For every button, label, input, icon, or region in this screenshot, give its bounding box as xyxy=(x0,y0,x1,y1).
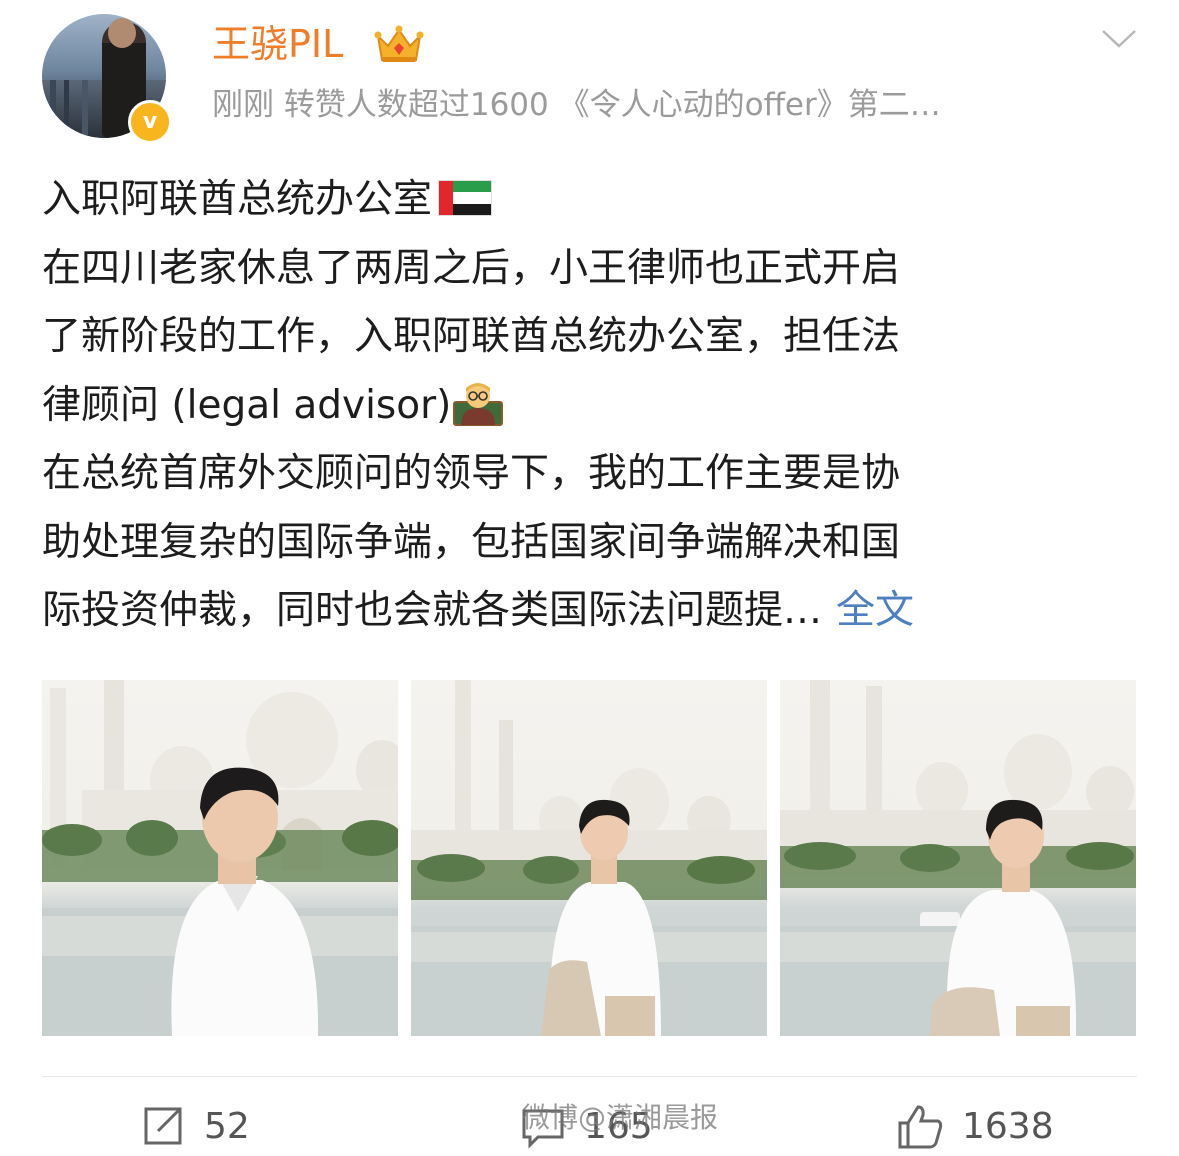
repost-button[interactable]: 52 xyxy=(140,1096,250,1156)
post-line-text: 际投资仲裁，同时也会就各类国际法问题提… xyxy=(42,588,823,633)
photo-2[interactable] xyxy=(411,680,767,1036)
post-line: 入职阿联酋总统办公室 xyxy=(42,166,1142,235)
chevron-down-icon[interactable] xyxy=(1100,28,1138,50)
like-button[interactable]: 1638 xyxy=(896,1096,1054,1156)
post-line: 助处理复杂的国际争端，包括国家间争端解决和国 xyxy=(42,519,901,565)
teacher-icon xyxy=(453,378,504,426)
post-line: 际投资仲裁，同时也会就各类国际法问题提… 全文 xyxy=(42,577,1142,646)
footer-divider xyxy=(42,1076,1137,1077)
post-body: 入职阿联酋总统办公室 在四川老家休息了两周之后，小王律师也正式开启 了新阶段的工… xyxy=(42,166,1142,646)
avatar-head xyxy=(108,18,136,48)
photo-grid xyxy=(42,680,1137,1036)
post-line: 了新阶段的工作，入职阿联酋总统办公室，担任法 xyxy=(42,314,901,359)
post-line-text: 律顾问 (legal advisor) xyxy=(42,382,452,428)
post-line: 在四川老家休息了两周之后，小王律师也正式开启 xyxy=(42,245,901,291)
post-line: 在总统首席外交顾问的领导下，我的工作主要是协 xyxy=(42,451,901,496)
photo-3[interactable] xyxy=(780,680,1136,1036)
uae-flag-icon xyxy=(438,170,493,216)
like-icon xyxy=(898,1105,943,1149)
repost-icon xyxy=(144,1107,182,1145)
watermark: 微博@潇湘晨报 xyxy=(522,1101,719,1134)
repost-count: 52 xyxy=(204,1105,250,1147)
verified-badge-icon: v xyxy=(128,100,172,144)
expand-full-text-link[interactable]: 全文 xyxy=(836,588,914,633)
post-meta: 刚刚 转赞人数超过1600 《令人心动的offer》第二… xyxy=(212,87,941,123)
post-title: 入职阿联酋总统办公室 xyxy=(42,177,433,222)
like-count: 1638 xyxy=(962,1105,1054,1147)
post-line: 律顾问 (legal advisor) xyxy=(42,372,1142,441)
crown-icon xyxy=(374,25,424,62)
photo-1[interactable] xyxy=(42,680,398,1036)
username[interactable]: 王骁PIL xyxy=(212,18,343,70)
